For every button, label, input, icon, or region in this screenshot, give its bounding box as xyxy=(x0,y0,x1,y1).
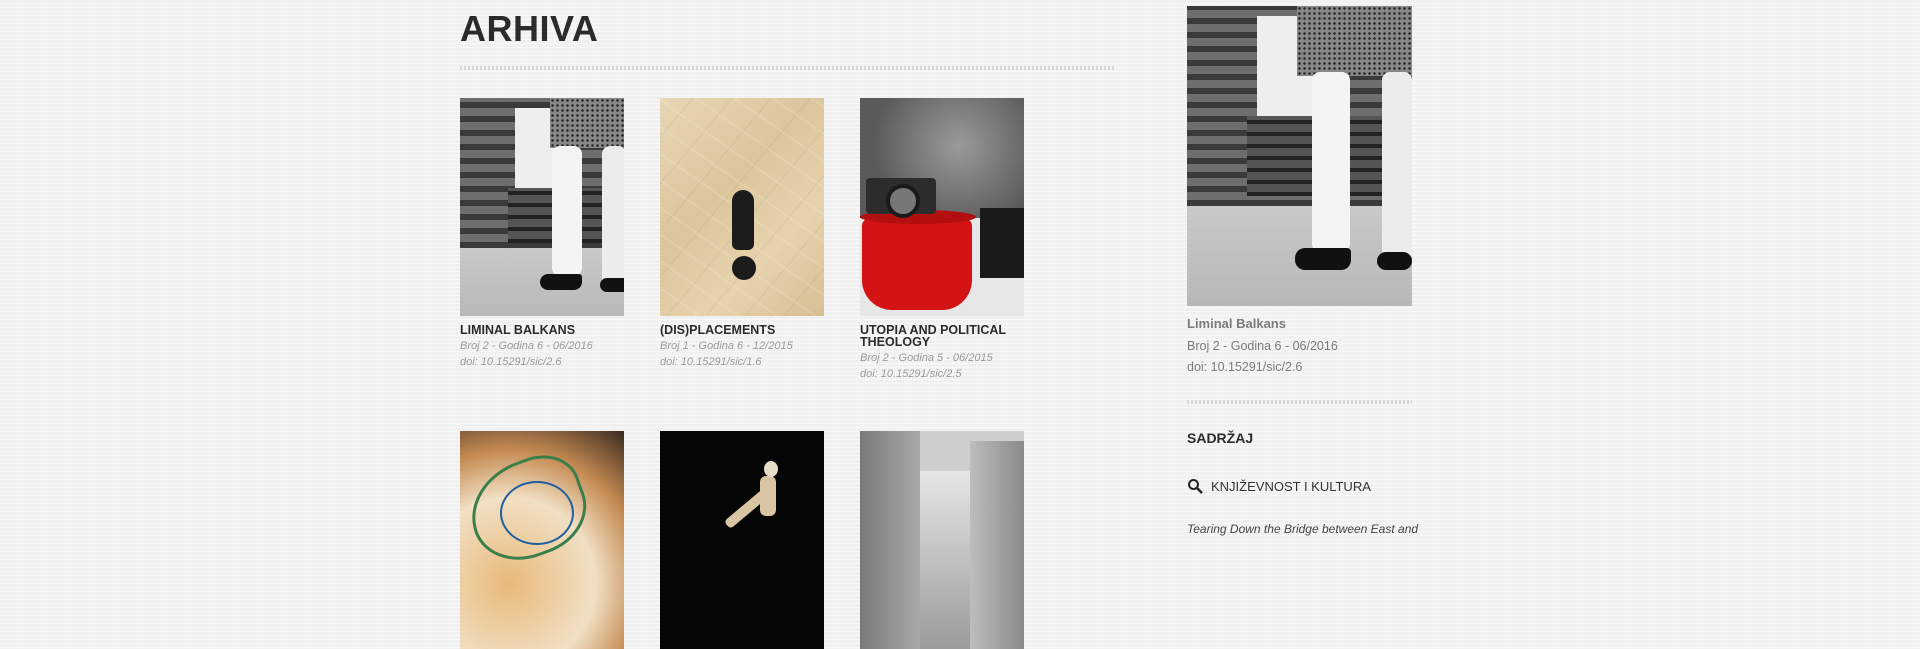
issue-doi: doi: 10.15291/sic/1.6 xyxy=(660,356,762,368)
issue-meta: Broj 1 - Godina 6 - 12/2015 xyxy=(660,340,793,352)
issue-title[interactable]: LIMINAL BALKANS xyxy=(460,324,624,337)
issue-cover-image[interactable] xyxy=(460,98,624,316)
category-link[interactable]: KNJIŽEVNOST I KULTURA xyxy=(1187,478,1371,494)
magnifier-icon xyxy=(1188,479,1203,494)
current-issue-meta: Broj 2 - Godina 6 - 06/2016 xyxy=(1187,339,1338,353)
title-divider xyxy=(460,66,1115,70)
issue-card-displacements[interactable]: (DIS)PLACEMENTS Broj 1 - Godina 6 - 12/2… xyxy=(660,98,824,370)
article-link[interactable]: Tearing Down the Bridge between East and xyxy=(1187,522,1418,536)
issue-cover-image[interactable] xyxy=(660,431,824,649)
current-issue-details: Broj 2 - Godina 6 - 06/2016 doi: 10.1529… xyxy=(1187,336,1338,378)
issue-card-5[interactable] xyxy=(660,431,824,649)
issue-card-liminal-balkans[interactable]: LIMINAL BALKANS Broj 2 - Godina 6 - 06/2… xyxy=(460,98,624,370)
issue-title[interactable]: (DIS)PLACEMENTS xyxy=(660,324,824,337)
issue-meta: Broj 2 - Godina 6 - 06/2016 xyxy=(460,340,593,352)
contents-heading: SADRŽAJ xyxy=(1187,430,1254,446)
issue-card-4[interactable] xyxy=(460,431,624,649)
issue-cover-image[interactable] xyxy=(860,431,1024,649)
issue-doi: doi: 10.15291/sic/2.6 xyxy=(460,356,562,368)
current-issue-title[interactable]: Liminal Balkans xyxy=(1187,316,1286,331)
sidebar-divider xyxy=(1187,400,1412,404)
page-title: ARHIVA xyxy=(460,8,599,49)
issue-cover-image[interactable] xyxy=(860,98,1024,316)
issue-doi: doi: 10.15291/sic/2.5 xyxy=(860,368,962,380)
issue-card-utopia[interactable]: UTOPIA AND POLITICAL THEOLOGY Broj 2 - G… xyxy=(860,98,1024,382)
current-issue-doi: doi: 10.15291/sic/2.6 xyxy=(1187,360,1303,374)
current-issue-cover[interactable] xyxy=(1187,6,1412,306)
issue-cover-image[interactable] xyxy=(660,98,824,316)
issue-meta: Broj 2 - Godina 5 - 06/2015 xyxy=(860,352,993,364)
issue-cover-image[interactable] xyxy=(460,431,624,649)
category-label[interactable]: KNJIŽEVNOST I KULTURA xyxy=(1211,479,1371,494)
issue-title[interactable]: UTOPIA AND POLITICAL THEOLOGY xyxy=(860,324,1024,349)
issue-card-6[interactable] xyxy=(860,431,1024,649)
